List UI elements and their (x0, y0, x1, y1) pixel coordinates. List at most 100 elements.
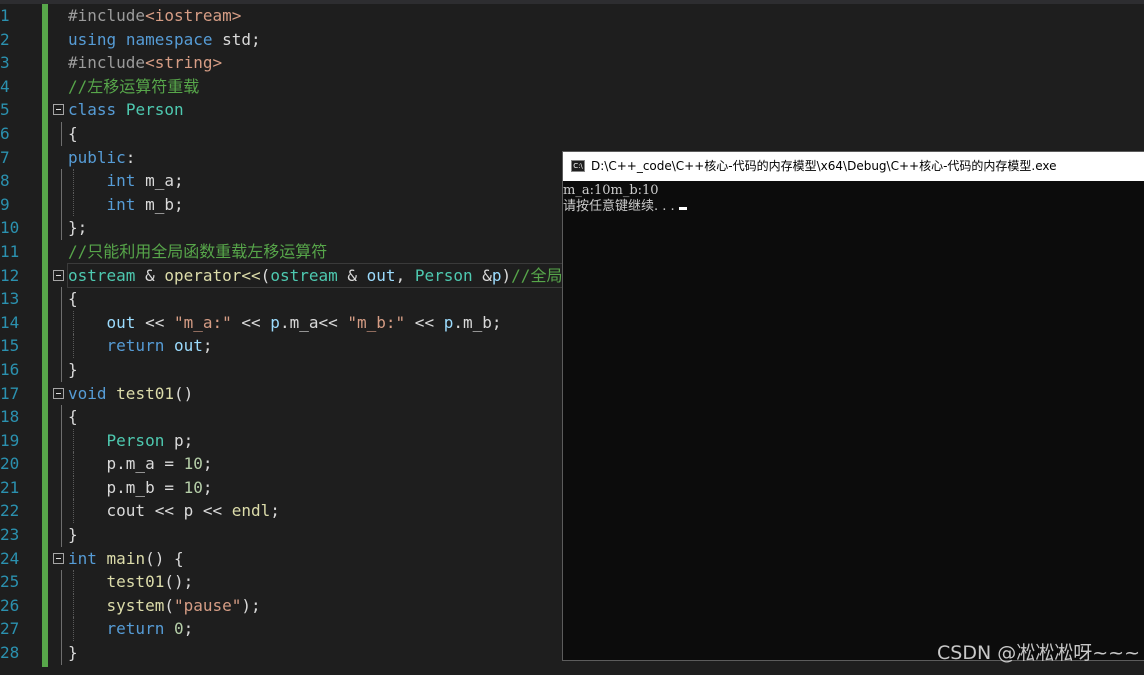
line-number: 7 (0, 147, 10, 167)
code-text: class Person (68, 98, 184, 122)
code-token: ; (183, 619, 194, 639)
code-text: int m_b; (68, 193, 184, 217)
console-window[interactable]: C:\ D:\C++_code\C++核心-代码的内存模型\x64\Debug\… (562, 151, 1144, 661)
code-text: system("pause"); (68, 594, 261, 618)
scope-guide (61, 475, 62, 500)
code-token: m_b; (135, 194, 184, 214)
scope-guide (61, 357, 62, 382)
code-line[interactable]: 1 #include<iostream> (0, 4, 1144, 28)
code-token: & (472, 265, 492, 285)
code-token: .m_b; (453, 312, 502, 332)
code-token: namespace (125, 29, 213, 49)
code-token: out (173, 336, 203, 356)
code-token: <iostream> (145, 6, 242, 25)
code-text: { (68, 122, 78, 146)
console-cursor (678, 207, 687, 210)
watermark: CSDN @凇凇凇呀~~~ (937, 642, 1140, 664)
line-number: 2 (0, 29, 10, 49)
code-token: 0 (173, 619, 184, 639)
code-token: } (68, 359, 78, 379)
code-token: #include (68, 6, 146, 25)
code-token: ; (183, 430, 194, 450)
code-token: p (443, 312, 454, 332)
code-token: cout << p << (68, 501, 232, 521)
line-number: 28 (0, 643, 20, 663)
code-line[interactable]: 2 using namespace std; (0, 28, 1144, 52)
line-number: 6 (0, 123, 10, 143)
code-text: } (68, 641, 78, 665)
code-token: : (125, 147, 136, 167)
collapse-icon[interactable] (53, 387, 64, 399)
code-token: void (68, 383, 107, 403)
code-token: p.m_a = (68, 454, 184, 474)
code-text: { (68, 287, 78, 311)
line-number: 1 (0, 6, 10, 25)
code-text: } (68, 523, 78, 547)
code-token: & (135, 265, 165, 285)
collapse-icon[interactable] (53, 552, 64, 564)
code-token: //全局 (511, 265, 563, 285)
code-token: int (106, 171, 136, 191)
code-line[interactable]: 4 //左移运算符重载 (0, 75, 1144, 99)
line-number: 4 (0, 76, 10, 96)
code-token: ; (270, 501, 280, 521)
code-line[interactable]: 3 #include<string> (0, 51, 1144, 75)
code-token: using (68, 29, 117, 49)
line-number: 21 (0, 477, 20, 497)
line-number: 17 (0, 383, 20, 403)
line-number: 23 (0, 525, 20, 545)
code-token: <string> (145, 53, 223, 73)
code-token: ); (241, 595, 261, 615)
scope-guide (61, 216, 62, 240)
code-token: p.m_b = (68, 477, 184, 497)
console-output-line: m_a:10m_b:10 (563, 183, 659, 198)
scope-guide (61, 192, 62, 217)
code-text: //只能利用全局函数重载左移运算符 (68, 240, 327, 264)
console-app-icon: C:\ (571, 160, 585, 172)
code-text: int m_a; (68, 169, 184, 193)
code-token: int (106, 194, 136, 214)
code-token: public (68, 147, 126, 167)
code-text: public: (68, 146, 135, 170)
scope-guide (61, 169, 62, 193)
code-token: } (68, 643, 78, 663)
scope-guide (61, 405, 62, 429)
code-token: << (231, 312, 271, 332)
code-line[interactable]: 6{ (0, 121, 1144, 146)
code-text: ostream & operator<<(ostream & out, Pers… (66, 262, 564, 289)
code-token: operator<< (164, 265, 261, 285)
console-output-line: 请按任意键继续. . . (563, 199, 1144, 215)
scope-guide (61, 452, 62, 476)
code-text: #include<iostream> (68, 4, 241, 28)
code-text: #include<string> (68, 51, 222, 75)
console-title-bar[interactable]: C:\ D:\C++_code\C++核心-代码的内存模型\x64\Debug\… (563, 152, 1144, 181)
code-line[interactable]: 5 class Person (0, 98, 1144, 122)
code-token: , (395, 265, 415, 285)
code-token: << (135, 312, 174, 332)
code-text: //左移运算符重载 (68, 75, 199, 99)
console-title-text: D:\C++_code\C++核心-代码的内存模型\x64\Debug\C++核… (591, 159, 1057, 173)
code-token: //左移运算符重载 (68, 76, 200, 96)
collapse-icon[interactable] (53, 269, 64, 281)
console-prompt-text: 请按任意键继续. . . (563, 199, 675, 214)
collapse-icon[interactable] (53, 104, 64, 116)
code-token: "m_a:" (173, 312, 232, 332)
line-number: 18 (0, 407, 20, 427)
console-output[interactable]: m_a:10m_b:10 请按任意键继续. . . (563, 181, 1144, 215)
scope-guide (61, 617, 62, 642)
code-text: test01(); (68, 570, 194, 594)
code-text: } (68, 358, 78, 382)
code-token: << (405, 312, 444, 332)
code-token: Person (125, 100, 184, 120)
line-number: 13 (0, 289, 20, 309)
